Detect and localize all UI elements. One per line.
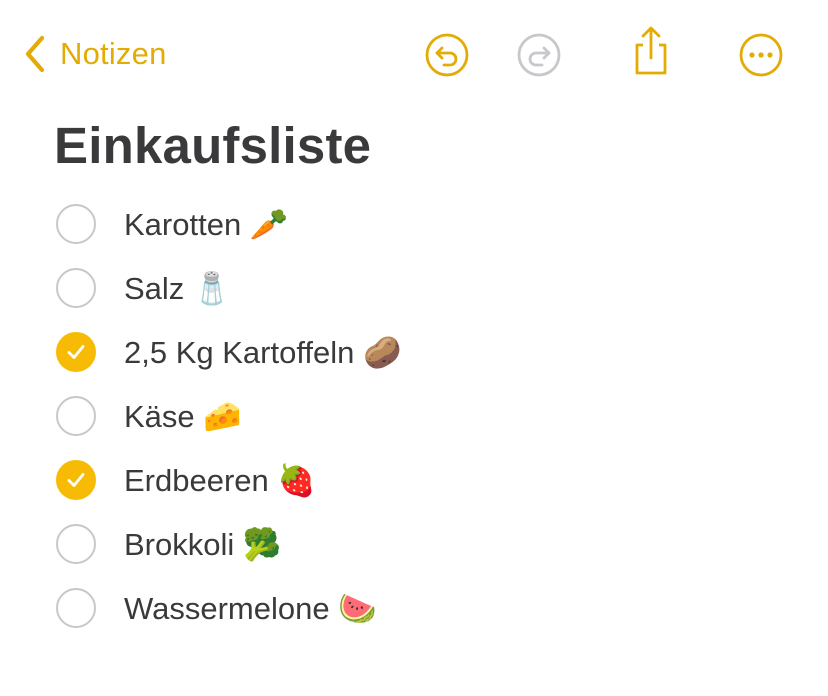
checklist-item-text[interactable]: Erdbeeren 🍓 <box>124 462 316 499</box>
share-icon <box>630 25 672 77</box>
back-label: Notizen <box>60 36 167 71</box>
checkmark-icon <box>67 473 85 487</box>
checklist-checkbox[interactable] <box>56 268 96 308</box>
undo-button[interactable] <box>422 30 472 80</box>
checklist-item-text[interactable]: Brokkoli 🥦 <box>124 526 281 563</box>
checklist-checkbox[interactable] <box>56 588 96 628</box>
checklist-item: 2,5 Kg Kartoffeln 🥔 <box>56 320 402 384</box>
checklist-item: Salz 🧂 <box>56 256 402 320</box>
checklist-checkbox[interactable] <box>56 396 96 436</box>
checklist-checkbox[interactable] <box>56 524 96 564</box>
checklist-checkbox[interactable] <box>56 204 96 244</box>
back-button[interactable]: Notizen <box>24 30 167 78</box>
undo-icon <box>423 31 471 79</box>
chevron-left-icon <box>24 34 46 74</box>
checklist-item-text[interactable]: Wassermelone 🍉 <box>124 590 377 627</box>
redo-button[interactable] <box>514 30 564 80</box>
checklist-checkbox[interactable] <box>56 332 96 372</box>
checklist-item: Wassermelone 🍉 <box>56 576 402 640</box>
checklist-item: Brokkoli 🥦 <box>56 512 402 576</box>
note-title[interactable]: Einkaufsliste <box>54 116 371 175</box>
checklist: Karotten 🥕 Salz 🧂 2,5 Kg Kartoffeln 🥔 Kä… <box>56 192 402 640</box>
checklist-item-text[interactable]: 2,5 Kg Kartoffeln 🥔 <box>124 334 402 371</box>
checklist-item-text[interactable]: Karotten 🥕 <box>124 206 288 243</box>
more-button[interactable] <box>736 30 786 80</box>
note-toolbar: Notizen <box>0 0 828 110</box>
checklist-item-text[interactable]: Salz 🧂 <box>124 270 232 307</box>
ellipsis-circle-icon <box>737 31 785 79</box>
checkmark-icon <box>67 345 85 359</box>
checklist-item: Erdbeeren 🍓 <box>56 448 402 512</box>
checklist-item: Käse 🧀 <box>56 384 402 448</box>
share-button[interactable] <box>626 26 676 76</box>
redo-icon <box>515 31 563 79</box>
checklist-item: Karotten 🥕 <box>56 192 402 256</box>
checklist-checkbox[interactable] <box>56 460 96 500</box>
checklist-item-text[interactable]: Käse 🧀 <box>124 398 242 435</box>
